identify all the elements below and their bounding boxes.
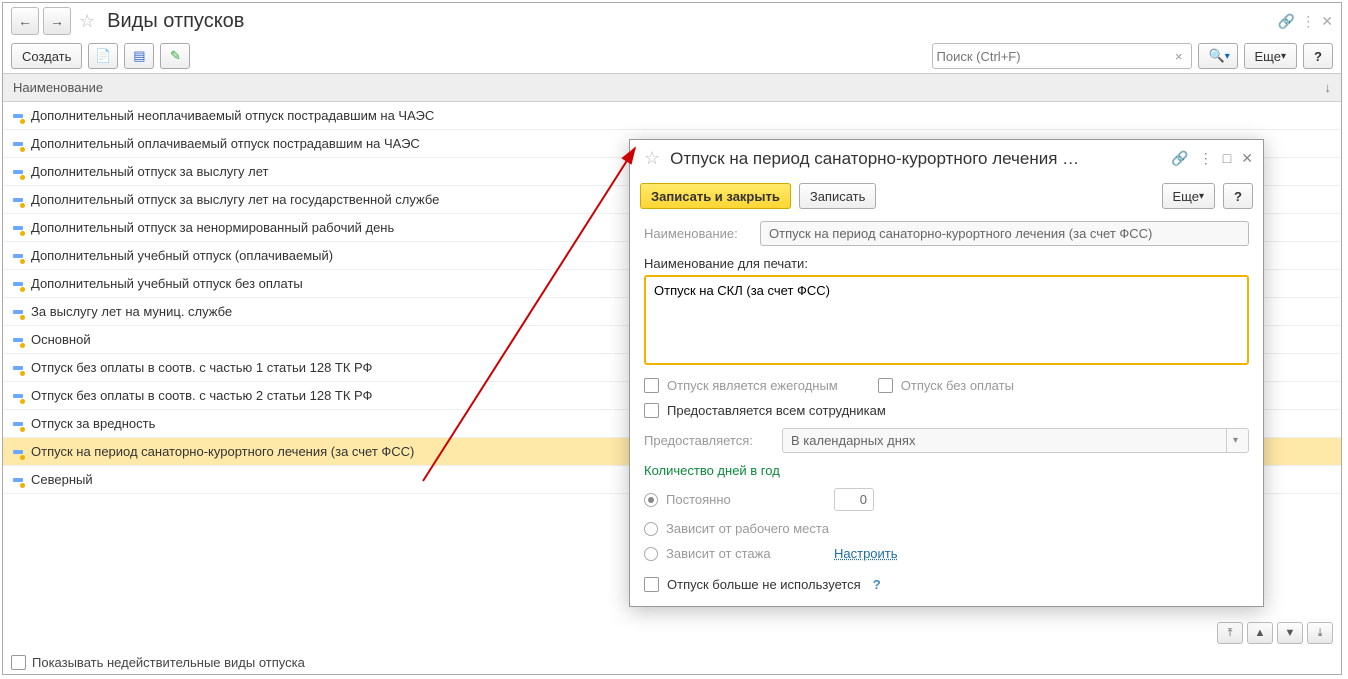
close-icon[interactable]: ✕ — [1321, 13, 1333, 30]
item-icon — [13, 139, 23, 149]
search-dropdown-button[interactable]: 🔍 — [1198, 43, 1238, 69]
item-label: За выслугу лет на муниц. службе — [31, 304, 232, 319]
item-label: Дополнительный учебный отпуск (оплачивае… — [31, 248, 333, 263]
item-icon — [13, 363, 23, 373]
page-first-button[interactable]: ⤒ — [1217, 622, 1243, 644]
radio-constant-label: Постоянно — [666, 492, 826, 507]
copy-button[interactable]: 📄 — [88, 43, 118, 69]
sort-indicator-icon: ↓ — [1325, 80, 1332, 95]
name-field: Отпуск на период санаторно-курортного ле… — [760, 221, 1249, 246]
all-employees-checkbox[interactable] — [644, 403, 659, 418]
item-label: Отпуск за вредность — [31, 416, 155, 431]
more-menu-icon[interactable]: ⋮ — [1301, 13, 1315, 30]
page-last-button[interactable]: ⤓ — [1307, 622, 1333, 644]
all-employees-label: Предоставляется всем сотрудникам — [667, 403, 886, 418]
item-icon — [13, 335, 23, 345]
item-label: Дополнительный отпуск за выслугу лет на … — [31, 192, 439, 207]
show-inactive-label: Показывать недействительные виды отпуска — [32, 655, 305, 670]
item-label: Дополнительный отпуск за выслугу лет — [31, 164, 268, 179]
item-label: Основной — [31, 332, 91, 347]
link-icon[interactable]: 🔗 — [1278, 13, 1295, 30]
item-icon — [13, 419, 23, 429]
show-inactive-checkbox[interactable] — [11, 655, 26, 670]
no-pay-label: Отпуск без оплаты — [901, 378, 1014, 393]
dialog-link-icon[interactable]: 🔗 — [1171, 150, 1188, 167]
save-button[interactable]: Записать — [799, 183, 877, 209]
forward-button[interactable]: → — [43, 7, 71, 35]
no-pay-checkbox — [878, 378, 893, 393]
chevron-down-icon: ▾ — [1226, 429, 1244, 452]
provided-select: В календарных днях▾ — [782, 428, 1249, 453]
item-icon — [13, 251, 23, 261]
table-header: Наименование ↓ — [3, 73, 1341, 102]
column-name: Наименование — [13, 80, 103, 95]
item-label: Дополнительный отпуск за ненормированный… — [31, 220, 394, 235]
dialog-close-icon[interactable]: ✕ — [1241, 150, 1253, 167]
dialog-star-icon[interactable]: ☆ — [644, 148, 660, 169]
item-icon — [13, 391, 23, 401]
name-label: Наименование: — [644, 226, 752, 241]
save-and-close-button[interactable]: Записать и закрыть — [640, 183, 791, 209]
not-used-checkbox[interactable] — [644, 577, 659, 592]
item-icon — [13, 195, 23, 205]
search-input[interactable] — [937, 49, 1171, 64]
dialog-help-button[interactable]: ? — [1223, 183, 1253, 209]
radio-constant — [644, 493, 658, 507]
print-name-label: Наименование для печати: — [644, 256, 1249, 271]
days-count-input — [834, 488, 874, 511]
create-button[interactable]: Создать — [11, 43, 82, 69]
search-clear-icon[interactable]: × — [1171, 49, 1187, 64]
help-button[interactable]: ? — [1303, 43, 1333, 69]
dialog-more-button[interactable]: Еще — [1162, 183, 1215, 209]
refresh-button[interactable]: ✎ — [160, 43, 190, 69]
item-label: Отпуск на период санаторно-курортного ле… — [31, 444, 414, 459]
days-section-title: Количество дней в год — [644, 463, 1249, 478]
item-icon — [13, 167, 23, 177]
item-label: Дополнительный неоплачиваемый отпуск пос… — [31, 108, 434, 123]
radio-workplace-label: Зависит от рабочего места — [666, 521, 829, 536]
item-icon — [13, 307, 23, 317]
search-box[interactable]: × — [932, 43, 1192, 69]
page-down-button[interactable]: ▼ — [1277, 622, 1303, 644]
item-icon — [13, 223, 23, 233]
favorite-star-icon[interactable]: ☆ — [79, 11, 95, 32]
radio-stage-label: Зависит от стажа — [666, 546, 826, 561]
item-icon — [13, 279, 23, 289]
help-hint-icon[interactable]: ? — [873, 577, 881, 592]
not-used-label: Отпуск больше не используется — [667, 577, 861, 592]
page-up-button[interactable]: ▲ — [1247, 622, 1273, 644]
item-label: Северный — [31, 472, 93, 487]
print-name-textarea[interactable] — [644, 275, 1249, 365]
edit-dialog: ☆ Отпуск на период санаторно-курортного … — [629, 139, 1264, 607]
list-view-button[interactable]: ▤ — [124, 43, 154, 69]
item-icon — [13, 111, 23, 121]
more-button[interactable]: Еще — [1244, 43, 1297, 69]
back-button[interactable]: ← — [11, 7, 39, 35]
radio-workplace — [644, 522, 658, 536]
is-annual-label: Отпуск является ежегодным — [667, 378, 838, 393]
radio-stage — [644, 547, 658, 561]
dialog-more-icon[interactable]: ⋮ — [1199, 150, 1213, 167]
item-label: Дополнительный оплачиваемый отпуск постр… — [31, 136, 420, 151]
item-label: Дополнительный учебный отпуск без оплаты — [31, 276, 303, 291]
item-icon — [13, 447, 23, 457]
item-icon — [13, 475, 23, 485]
dialog-title: Отпуск на период санаторно-курортного ле… — [670, 149, 1165, 169]
page-title: Виды отпусков — [107, 10, 244, 33]
item-label: Отпуск без оплаты в соотв. с частью 1 ст… — [31, 360, 372, 375]
list-item[interactable]: Дополнительный неоплачиваемый отпуск пос… — [3, 102, 1341, 130]
dialog-maximize-icon[interactable]: □ — [1223, 150, 1231, 167]
provided-label: Предоставляется: — [644, 433, 774, 448]
is-annual-checkbox — [644, 378, 659, 393]
configure-link[interactable]: Настроить — [834, 546, 898, 561]
item-label: Отпуск без оплаты в соотв. с частью 2 ст… — [31, 388, 372, 403]
